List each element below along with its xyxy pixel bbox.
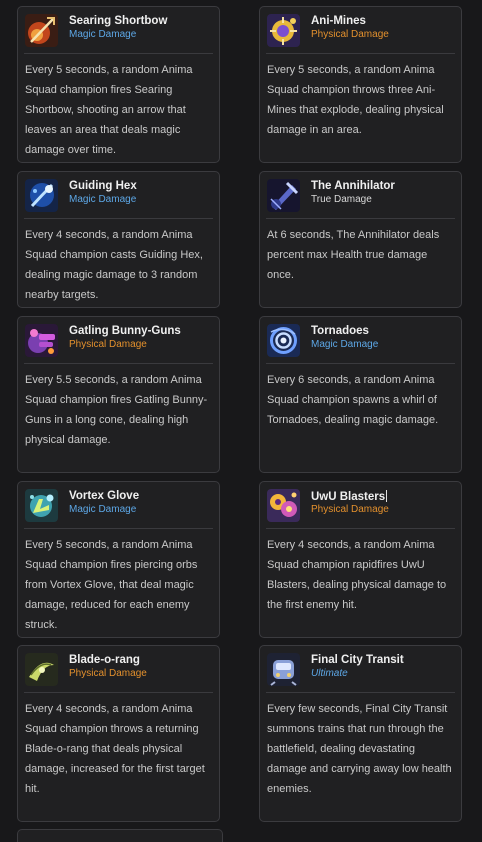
card-title: Ani-Mines	[311, 15, 366, 27]
card-description: Every 5 seconds, a random Anima Squad ch…	[267, 64, 444, 136]
card-header: Searing Shortbow Magic Damage	[24, 7, 213, 54]
ability-card-tornadoes: Tornadoes Magic Damage Every 6 seconds, …	[259, 316, 462, 473]
card-header: Gatling Bunny-Guns Physical Damage	[24, 317, 213, 364]
card-description: Every 5.5 seconds, a random Anima Squad …	[25, 374, 208, 446]
damage-type: Ultimate	[311, 668, 348, 679]
ability-card-ani-mines: Ani-Mines Physical Damage Every 5 second…	[259, 6, 462, 163]
ability-card-searing-shortbow: Searing Shortbow Magic Damage Every 5 se…	[17, 6, 220, 163]
shortbow-icon	[25, 14, 58, 47]
card-header: UwU Blasters Physical Damage	[266, 482, 455, 529]
damage-type: Magic Damage	[69, 504, 137, 515]
bladerang-icon	[25, 653, 58, 686]
text-cursor	[386, 490, 388, 502]
ability-card-gatling-bunny-guns: Gatling Bunny-Guns Physical Damage Every…	[17, 316, 220, 473]
card-header: Tornadoes Magic Damage	[266, 317, 455, 364]
train-icon	[267, 653, 300, 686]
damage-type: Physical Damage	[311, 29, 389, 40]
card-title: The Annihilator	[311, 180, 395, 192]
hex-icon	[25, 179, 58, 212]
damage-type: Magic Damage	[311, 339, 379, 350]
bunny-guns-icon	[25, 324, 58, 357]
ability-card-uwu-blasters: UwU Blasters Physical Damage Every 4 sec…	[259, 481, 462, 638]
card-header: Guiding Hex Magic Damage	[24, 172, 213, 219]
ability-card-final-city-transit: Final City Transit Ultimate Every few se…	[259, 645, 462, 822]
ability-card-guiding-hex: Guiding Hex Magic Damage Every 4 seconds…	[17, 171, 220, 308]
ability-card-blade-o-rang: Blade-o-rang Physical Damage Every 4 sec…	[17, 645, 220, 822]
card-description: Every 6 seconds, a random Anima Squad ch…	[267, 374, 439, 426]
tornado-icon	[267, 324, 300, 357]
vortex-glove-icon	[25, 489, 58, 522]
annihilator-icon	[267, 179, 300, 212]
mines-icon	[267, 14, 300, 47]
ability-card-vortex-glove: Vortex Glove Magic Damage Every 5 second…	[17, 481, 220, 638]
card-header: Vortex Glove Magic Damage	[24, 482, 213, 529]
card-description: Every 5 seconds, a random Anima Squad ch…	[25, 64, 193, 156]
card-title: Gatling Bunny-Guns	[69, 325, 181, 337]
card-title: Final City Transit	[311, 654, 404, 666]
damage-type: Magic Damage	[69, 194, 137, 205]
card-title: Blade-o-rang	[69, 654, 140, 666]
card-header: Ani-Mines Physical Damage	[266, 7, 455, 54]
card-description: Every 4 seconds, a random Anima Squad ch…	[25, 703, 205, 795]
damage-type: Physical Damage	[69, 668, 147, 679]
card-title: UwU Blasters	[311, 490, 388, 503]
card-title: Searing Shortbow	[69, 15, 168, 27]
card-description: Every 5 seconds, a random Anima Squad ch…	[25, 539, 198, 631]
card-description: Every 4 seconds, a random Anima Squad ch…	[25, 229, 203, 301]
damage-type: Physical Damage	[69, 339, 147, 350]
card-header: Final City Transit Ultimate	[266, 646, 455, 693]
card-title: Guiding Hex	[69, 180, 137, 192]
card-description: Every 4 seconds, a random Anima Squad ch…	[267, 539, 447, 611]
card-title-text: UwU Blasters	[311, 491, 386, 503]
card-description: Every few seconds, Final City Transit su…	[267, 703, 452, 795]
blasters-icon	[267, 489, 300, 522]
card-header: The Annihilator True Damage	[266, 172, 455, 219]
card-description: At 6 seconds, The Annihilator deals perc…	[267, 229, 440, 281]
damage-type: Physical Damage	[311, 504, 389, 515]
damage-type: True Damage	[311, 194, 372, 205]
next-card-partial	[17, 829, 223, 842]
card-title: Vortex Glove	[69, 490, 140, 502]
ability-card-the-annihilator: The Annihilator True Damage At 6 seconds…	[259, 171, 462, 308]
card-header: Blade-o-rang Physical Damage	[24, 646, 213, 693]
damage-type: Magic Damage	[69, 29, 137, 40]
card-title: Tornadoes	[311, 325, 369, 337]
